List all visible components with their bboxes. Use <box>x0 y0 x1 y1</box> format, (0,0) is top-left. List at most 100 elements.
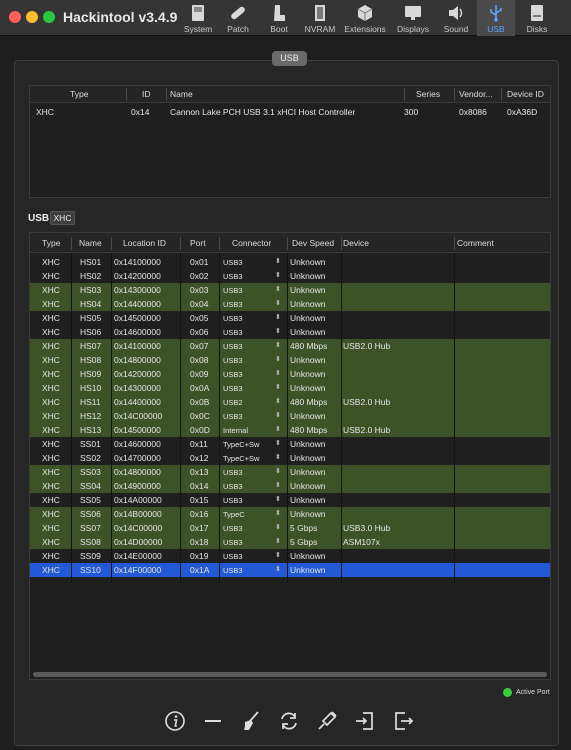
table-row[interactable]: XHC HS12 0x14C00000 0x0C USB3 Unknown ⬍ <box>30 409 550 423</box>
chevron-updown-icon[interactable]: ⬍ <box>275 425 281 433</box>
connector-select[interactable]: USB3 <box>223 370 243 379</box>
col-device-id[interactable]: Device ID <box>507 89 544 99</box>
chevron-updown-icon[interactable]: ⬍ <box>275 327 281 335</box>
refresh-icon[interactable] <box>278 710 300 732</box>
table-row[interactable]: XHC HS09 0x14200000 0x09 USB3 Unknown ⬍ <box>30 367 550 381</box>
col-comment[interactable]: Comment <box>457 238 494 248</box>
table-row[interactable]: XHC HS01 0x14100000 0x01 USB3 Unknown ⬍ <box>30 255 550 269</box>
col-dev-speed[interactable]: Dev Speed <box>292 238 334 248</box>
injector-icon[interactable] <box>316 710 338 732</box>
chevron-updown-icon[interactable]: ⬍ <box>275 299 281 307</box>
chevron-updown-icon[interactable]: ⬍ <box>275 453 281 461</box>
table-row[interactable]: XHC HS02 0x14200000 0x02 USB3 Unknown ⬍ <box>30 269 550 283</box>
tab-boot[interactable]: Boot <box>263 0 295 36</box>
export-icon[interactable] <box>392 710 414 732</box>
ports-table[interactable]: Type Name Location ID Port Connector Dev… <box>29 232 551 680</box>
connector-select[interactable]: USB3 <box>223 286 243 295</box>
chevron-updown-icon[interactable]: ⬍ <box>275 467 281 475</box>
chevron-updown-icon[interactable]: ⬍ <box>275 341 281 349</box>
tab-patch[interactable]: Patch <box>221 0 255 36</box>
chevron-updown-icon[interactable]: ⬍ <box>275 257 281 265</box>
chevron-updown-icon[interactable]: ⬍ <box>275 551 281 559</box>
connector-select[interactable]: USB3 <box>223 258 243 267</box>
table-row[interactable]: XHC HS07 0x14100000 0x07 USB3 480 Mbps USB2.0 … <box>30 339 550 353</box>
tab-extensions[interactable]: Extensions <box>342 0 388 36</box>
import-icon[interactable] <box>354 710 376 732</box>
col-vendor[interactable]: Vendor... <box>459 89 493 99</box>
table-row[interactable]: XHC SS01 0x14600000 0x11 TypeC+Sw Unknown ⬍ <box>30 437 550 451</box>
tab-system[interactable]: System <box>180 0 216 36</box>
connector-select[interactable]: USB3 <box>223 482 243 491</box>
zoom-window-button[interactable] <box>43 11 55 23</box>
connector-select[interactable]: USB3 <box>223 496 243 505</box>
tab-nvram[interactable]: NVRAM <box>302 0 338 36</box>
chevron-updown-icon[interactable]: ⬍ <box>275 285 281 293</box>
table-row[interactable]: XHC HS04 0x14400000 0x04 USB3 Unknown ⬍ <box>30 297 550 311</box>
info-icon[interactable] <box>164 710 186 732</box>
controller-tag[interactable]: XHC <box>50 211 75 225</box>
table-row[interactable]: XHC HS06 0x14600000 0x06 USB3 Unknown ⬍ <box>30 325 550 339</box>
table-row[interactable]: XHC SS09 0x14E00000 0x19 USB3 Unknown ⬍ <box>30 549 550 563</box>
connector-select[interactable]: TypeC+Sw <box>223 440 259 449</box>
table-row[interactable]: XHC HS13 0x14500000 0x0D Internal 480 Mbps USB… <box>30 423 550 437</box>
table-row[interactable]: XHC HS03 0x14300000 0x03 USB3 Unknown ⬍ <box>30 283 550 297</box>
table-row[interactable]: XHC HS05 0x14500000 0x05 USB3 Unknown ⬍ <box>30 311 550 325</box>
table-row[interactable]: XHC HS11 0x14400000 0x0B USB2 480 Mbps USB2.0 … <box>30 395 550 409</box>
table-row[interactable]: XHC SS10 0x14F00000 0x1A USB3 Unknown ⬍ <box>30 563 550 577</box>
tab-usb[interactable]: USB <box>477 0 515 36</box>
chevron-updown-icon[interactable]: ⬍ <box>275 439 281 447</box>
connector-select[interactable]: USB3 <box>223 272 243 281</box>
connector-select[interactable]: USB3 <box>223 468 243 477</box>
col-location-id[interactable]: Location ID <box>123 238 166 248</box>
connector-select[interactable]: USB3 <box>223 552 243 561</box>
chevron-updown-icon[interactable]: ⬍ <box>275 355 281 363</box>
connector-select[interactable]: USB3 <box>223 328 243 337</box>
chevron-updown-icon[interactable]: ⬍ <box>275 271 281 279</box>
connector-select[interactable]: USB3 <box>223 524 243 533</box>
table-row[interactable]: XHC SS03 0x14800000 0x13 USB3 Unknown ⬍ <box>30 465 550 479</box>
connector-select[interactable]: USB2 <box>223 398 243 407</box>
connector-select[interactable]: USB3 <box>223 384 243 393</box>
remove-icon[interactable] <box>202 710 224 732</box>
col-name[interactable]: Name <box>170 89 193 99</box>
tab-displays[interactable]: Displays <box>394 0 432 36</box>
connector-select[interactable]: USB3 <box>223 538 243 547</box>
col-device[interactable]: Device <box>343 238 369 248</box>
chevron-updown-icon[interactable]: ⬍ <box>275 537 281 545</box>
table-row[interactable]: XHC HS08 0x14800000 0x08 USB3 Unknown ⬍ <box>30 353 550 367</box>
chevron-updown-icon[interactable]: ⬍ <box>275 313 281 321</box>
broom-icon[interactable] <box>240 710 262 732</box>
table-row[interactable]: XHC SS04 0x14900000 0x14 USB3 Unknown ⬍ <box>30 479 550 493</box>
table-row[interactable]: XHC SS02 0x14700000 0x12 TypeC+Sw Unknown ⬍ <box>30 451 550 465</box>
connector-select[interactable]: USB3 <box>223 412 243 421</box>
chevron-updown-icon[interactable]: ⬍ <box>275 495 281 503</box>
connector-select[interactable]: USB3 <box>223 356 243 365</box>
tab-disks[interactable]: Disks <box>521 0 553 36</box>
chevron-updown-icon[interactable]: ⬍ <box>275 481 281 489</box>
col-type[interactable]: Type <box>42 238 60 248</box>
controller-table[interactable]: Type ID Name Series Vendor... Device ID … <box>29 85 551 198</box>
chevron-updown-icon[interactable]: ⬍ <box>275 397 281 405</box>
col-port[interactable]: Port <box>190 238 206 248</box>
table-row[interactable]: XHC SS05 0x14A00000 0x15 USB3 Unknown ⬍ <box>30 493 550 507</box>
connector-select[interactable]: USB3 <box>223 342 243 351</box>
horizontal-scrollbar[interactable] <box>33 672 547 677</box>
col-type[interactable]: Type <box>70 89 88 99</box>
minimize-window-button[interactable] <box>26 11 38 23</box>
connector-select[interactable]: TypeC <box>223 510 245 519</box>
table-row[interactable]: XHC SS07 0x14C00000 0x17 USB3 5 Gbps USB3.0 Hu… <box>30 521 550 535</box>
chevron-updown-icon[interactable]: ⬍ <box>275 523 281 531</box>
chevron-updown-icon[interactable]: ⬍ <box>275 565 281 573</box>
connector-select[interactable]: TypeC+Sw <box>223 454 259 463</box>
chevron-updown-icon[interactable]: ⬍ <box>275 369 281 377</box>
close-window-button[interactable] <box>9 11 21 23</box>
table-row[interactable]: XHC SS08 0x14D00000 0x18 USB3 5 Gbps ASM107x ⬍ <box>30 535 550 549</box>
chevron-updown-icon[interactable]: ⬍ <box>275 411 281 419</box>
chevron-updown-icon[interactable]: ⬍ <box>275 383 281 391</box>
col-series[interactable]: Series <box>416 89 440 99</box>
connector-select[interactable]: Internal <box>223 426 248 435</box>
table-row[interactable]: XHC SS06 0x14B00000 0x16 TypeC Unknown ⬍ <box>30 507 550 521</box>
connector-select[interactable]: USB3 <box>223 314 243 323</box>
tab-sound[interactable]: Sound <box>439 0 473 36</box>
col-id[interactable]: ID <box>142 89 151 99</box>
